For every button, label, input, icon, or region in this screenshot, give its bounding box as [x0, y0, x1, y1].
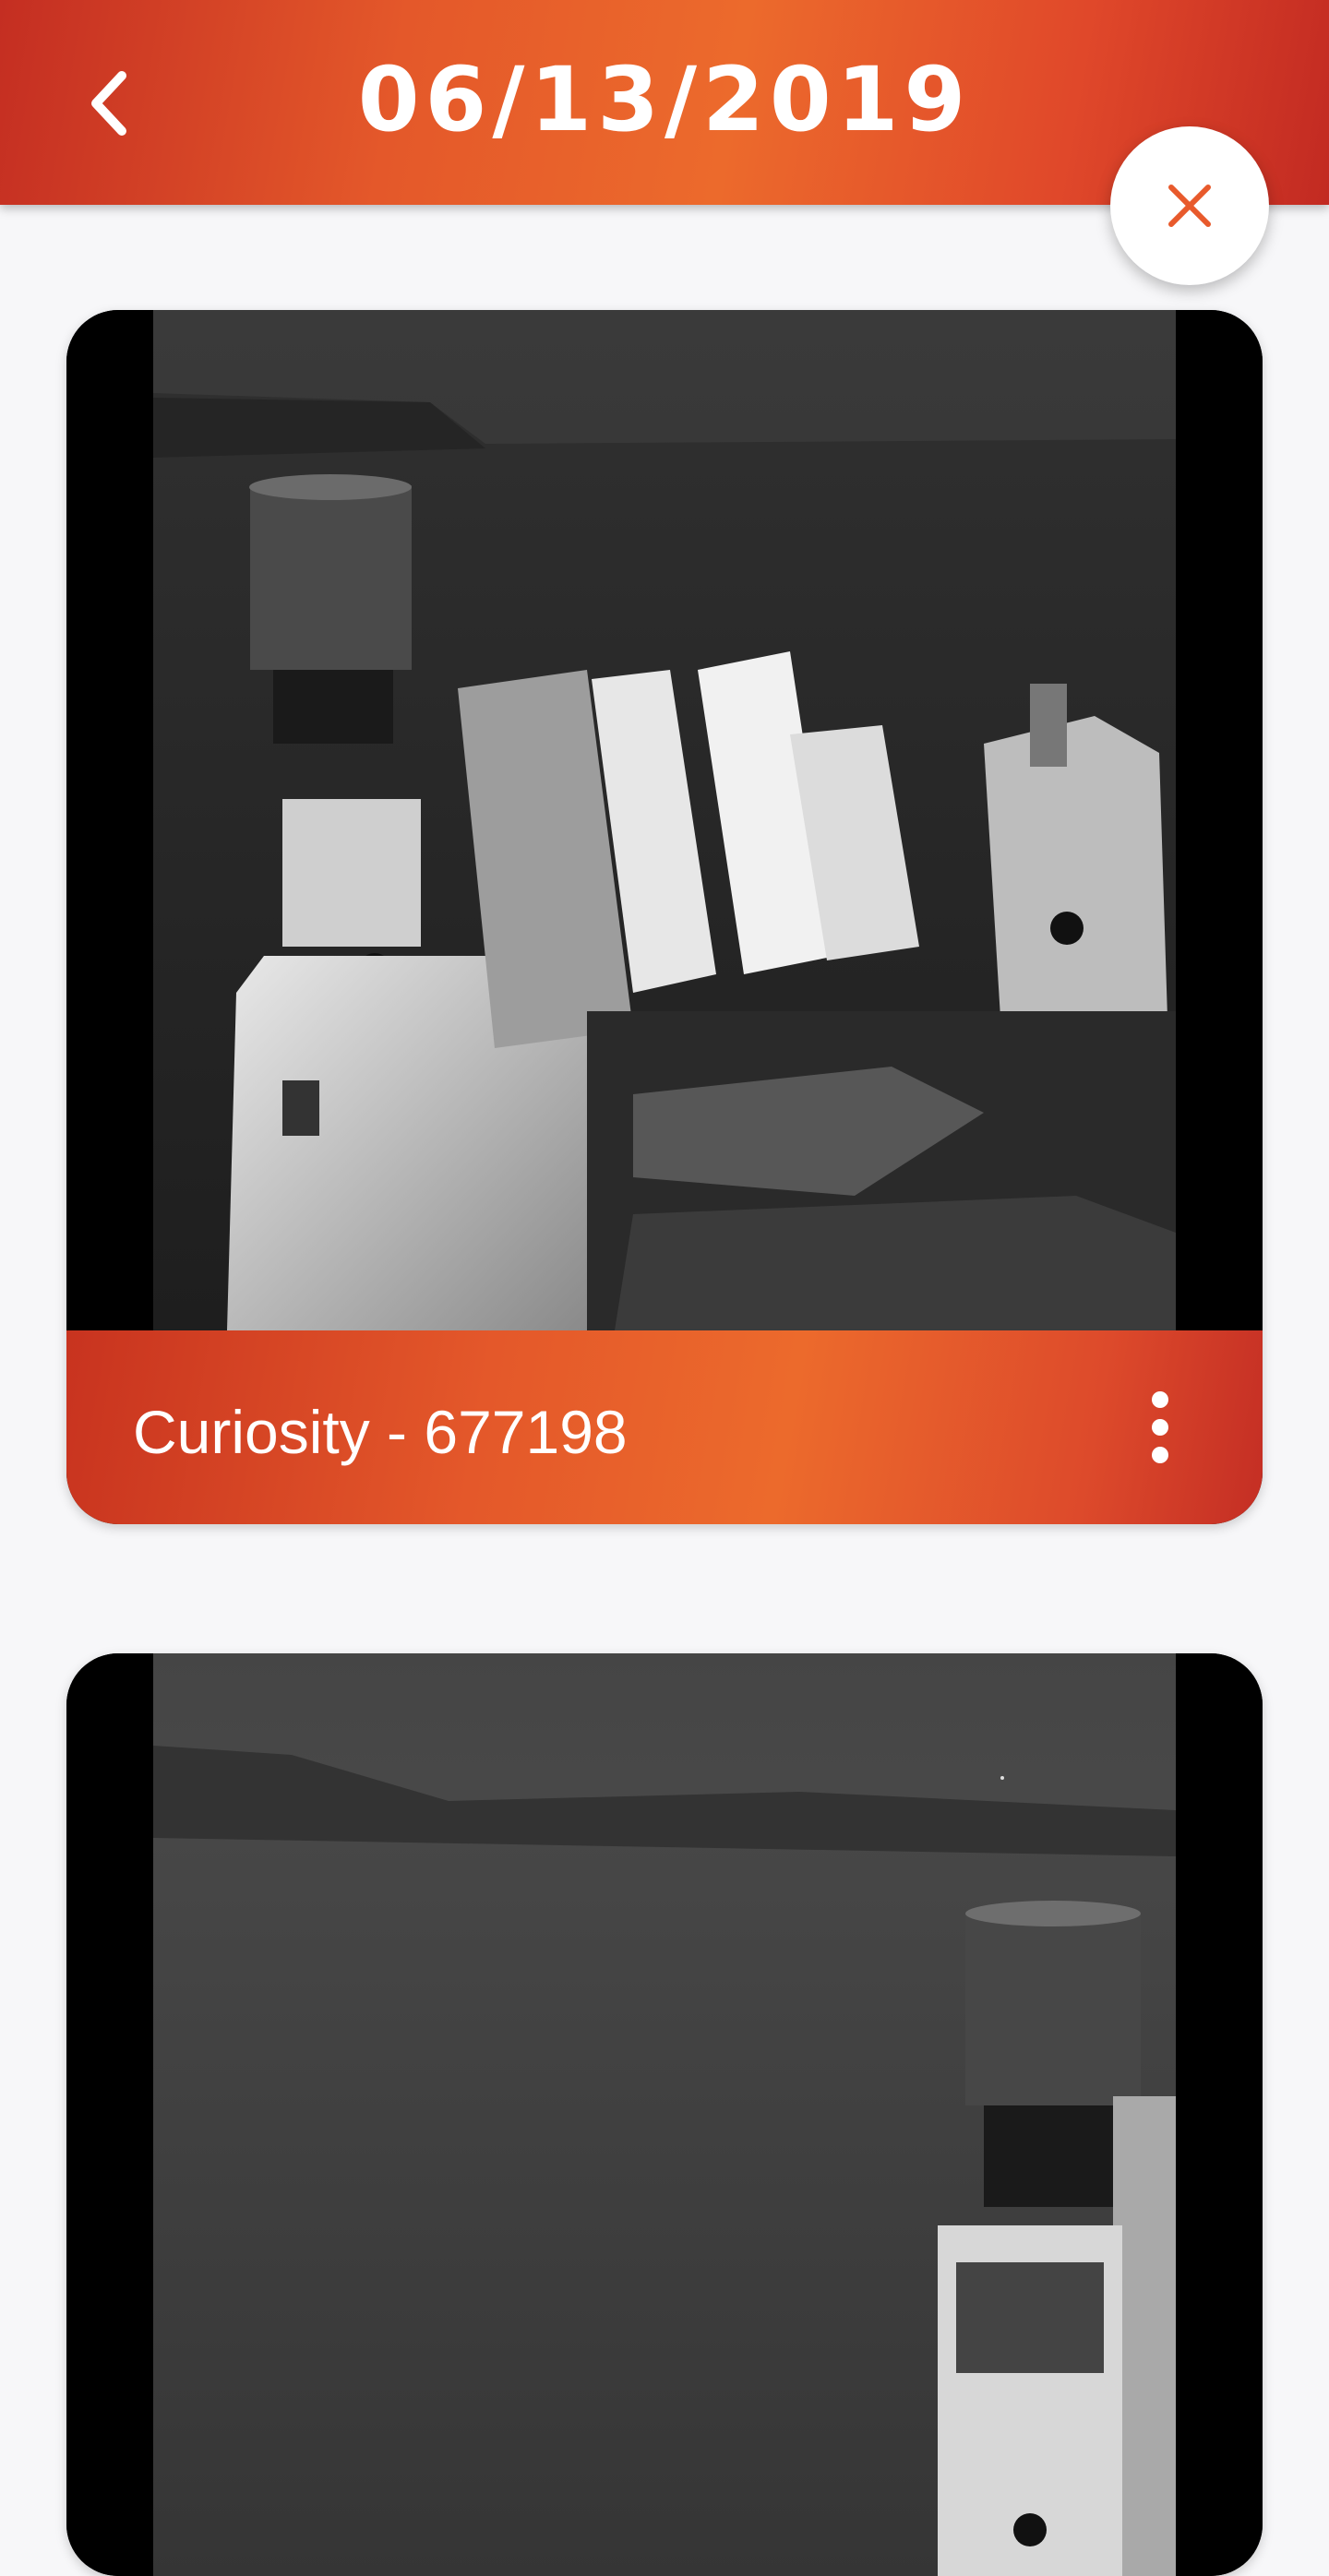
- page-title: 06/13/2019: [357, 48, 972, 151]
- card-title: Curiosity - 677198: [133, 1398, 628, 1466]
- rover-image: [153, 310, 1176, 1330]
- more-vert-icon: [1152, 1391, 1168, 1408]
- more-options-button[interactable]: [1119, 1386, 1202, 1469]
- rover-photo[interactable]: [66, 1653, 1263, 2576]
- photo-card[interactable]: Curiosity - 677198: [66, 310, 1263, 1524]
- photo-card[interactable]: [66, 1653, 1263, 2576]
- close-button[interactable]: [1110, 126, 1269, 285]
- rover-image: [153, 1653, 1176, 2576]
- card-footer: Curiosity - 677198: [66, 1330, 1263, 1524]
- rover-photo[interactable]: [66, 310, 1263, 1330]
- close-icon: [1168, 185, 1211, 227]
